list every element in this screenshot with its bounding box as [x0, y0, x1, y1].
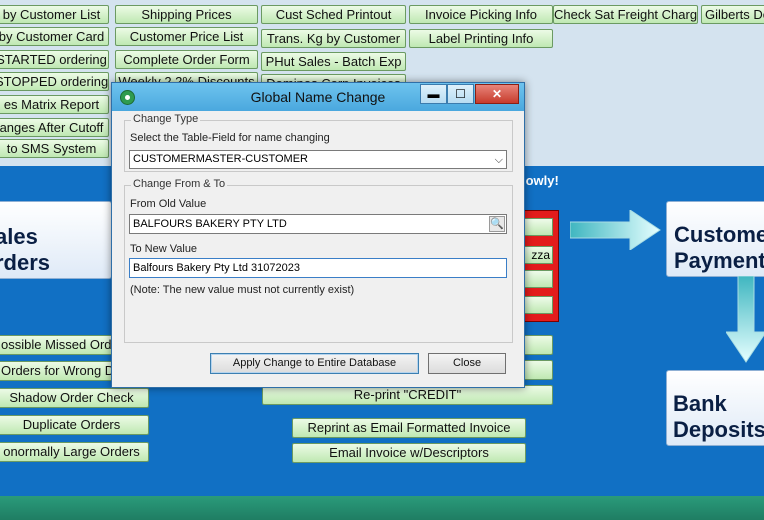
table-field-select[interactable]: CUSTOMERMASTER-CUSTOMER ⌵ — [129, 150, 507, 169]
arrow-down-icon — [726, 276, 764, 363]
close-button[interactable]: Close — [428, 353, 506, 374]
bg-button-possible-missed-orders[interactable]: ossible Missed Ord — [0, 335, 114, 355]
dialog-titlebar[interactable]: Global Name Change ▬ ☐ ✕ — [112, 83, 524, 111]
to-new-value-text: Balfours Bakery Pty Ltd 31072023 — [133, 262, 300, 274]
change-type-group-label: Change Type — [131, 113, 201, 125]
bank-deposits-label-2: Deposits — [673, 417, 764, 442]
bottom-strip — [0, 496, 764, 520]
bg-button-started-ordering[interactable]: STARTED ordering — [0, 50, 109, 69]
apply-change-button[interactable]: Apply Change to Entire Database — [210, 353, 419, 374]
lookup-search-icon[interactable]: 🔍 — [489, 216, 505, 232]
bg-button-gilberts[interactable]: Gilberts De — [701, 5, 764, 24]
maximize-button[interactable]: ☐ — [447, 84, 474, 104]
bg-button-invoice-picking-info[interactable]: Invoice Picking Info — [409, 5, 553, 24]
bg-button-sales-matrix[interactable]: es Matrix Report — [0, 95, 109, 114]
bg-button-stopped-ordering[interactable]: STOPPED ordering — [0, 72, 109, 91]
customer-payments-card[interactable]: Custome Payment — [666, 201, 764, 277]
change-type-group: Change Type Select the Table-Field for n… — [124, 113, 513, 172]
bg-button-email-invoice-descriptors[interactable]: Email Invoice w/Descriptors — [292, 443, 526, 463]
sales-orders-label-1: ales — [0, 224, 38, 249]
bank-deposits-label-1: Bank — [673, 391, 727, 416]
sales-orders-label-2: rders — [0, 250, 51, 275]
minimize-button[interactable]: ▬ — [420, 84, 447, 104]
global-name-change-dialog: Global Name Change ▬ ☐ ✕ Change Type Sel… — [111, 82, 525, 388]
workflow-notice-text: lowly! — [522, 173, 559, 188]
arrow-right-icon — [570, 210, 661, 250]
bg-button-check-sat-freight[interactable]: Check Sat Freight Charge — [553, 5, 698, 24]
change-from-to-group: Change From & To From Old Value BALFOURS… — [124, 178, 513, 343]
bg-button-by-customer-list[interactable]: by Customer List — [0, 5, 109, 24]
to-new-value-label: To New Value — [130, 243, 198, 255]
close-window-button[interactable]: ✕ — [475, 84, 519, 104]
table-field-selected-value: CUSTOMERMASTER-CUSTOMER — [133, 153, 308, 165]
bg-button-by-customer-card[interactable]: by Customer Card — [0, 27, 109, 46]
customer-payments-label-2: Payment — [674, 248, 764, 273]
bg-button-cust-sched-printout[interactable]: Cust Sched Printout — [261, 5, 406, 24]
bank-deposits-card[interactable]: Bank Deposits — [666, 370, 764, 446]
from-old-value-text: BALFOURS BAKERY PTY LTD — [133, 218, 287, 230]
bg-button-reprint-credit[interactable]: Re-print "CREDIT" — [262, 385, 553, 405]
bg-button-shadow-order-check[interactable]: Shadow Order Check — [0, 388, 149, 408]
to-new-value-input[interactable]: Balfours Bakery Pty Ltd 31072023 — [129, 258, 507, 278]
bg-button-abnormally-large-orders[interactable]: onormally Large Orders — [0, 442, 149, 462]
bg-button-customer-price-list[interactable]: Customer Price List — [115, 27, 258, 46]
sales-orders-card[interactable]: ales rders — [0, 201, 112, 279]
bg-button-phut-sales[interactable]: PHut Sales - Batch Exp — [261, 52, 406, 71]
bg-button-label-printing-info[interactable]: Label Printing Info — [409, 29, 553, 48]
from-old-value-input[interactable]: BALFOURS BAKERY PTY LTD 🔍 — [129, 214, 507, 234]
new-value-note: (Note: The new value must not currently … — [130, 284, 355, 296]
customer-payments-label-1: Custome — [674, 222, 764, 247]
bg-button-changes-after-cutoff[interactable]: anges After Cutoff — [0, 118, 109, 137]
bg-button-reprint-email-invoice[interactable]: Reprint as Email Formatted Invoice — [292, 418, 526, 438]
bg-button-orders-wrong-day[interactable]: Orders for Wrong D — [0, 361, 114, 381]
bg-button-sms-system[interactable]: to SMS System — [0, 139, 109, 158]
bg-button-trans-kg[interactable]: Trans. Kg by Customer — [261, 29, 406, 48]
change-from-to-group-label: Change From & To — [131, 178, 228, 190]
from-old-value-label: From Old Value — [130, 198, 207, 210]
bg-button-shipping-prices[interactable]: Shipping Prices — [115, 5, 258, 24]
bg-button-duplicate-orders[interactable]: Duplicate Orders — [0, 415, 149, 435]
table-field-prompt: Select the Table-Field for name changing — [130, 132, 330, 144]
dialog-client-area: Change Type Select the Table-Field for n… — [119, 112, 517, 380]
bg-button-complete-order-form[interactable]: Complete Order Form — [115, 50, 258, 69]
chevron-down-icon[interactable]: ⌵ — [495, 152, 503, 169]
